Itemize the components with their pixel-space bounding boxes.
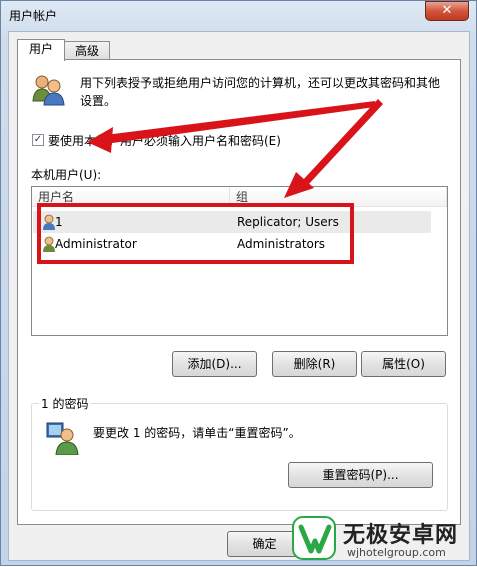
- watermark-logo: 无极安卓网 wjhotelgroup.com: [291, 513, 471, 565]
- arrow-to-checkbox: [105, 101, 375, 144]
- arrowhead-checkbox: [87, 127, 113, 153]
- brand-logo-icon: [292, 516, 336, 560]
- brand-url: wjhotelgroup.com: [347, 546, 446, 559]
- password-group-title: 1 的密码: [39, 395, 91, 412]
- tab-users[interactable]: 用户: [17, 39, 65, 61]
- annotation-arrows: [87, 99, 383, 198]
- brand-name: 无极安卓网: [343, 523, 459, 548]
- user-accounts-window: 用户帐户 ✕ 用户 高级 用下列表授予或拒绝用户访问您的计算机，还可以更改其密码…: [0, 0, 477, 566]
